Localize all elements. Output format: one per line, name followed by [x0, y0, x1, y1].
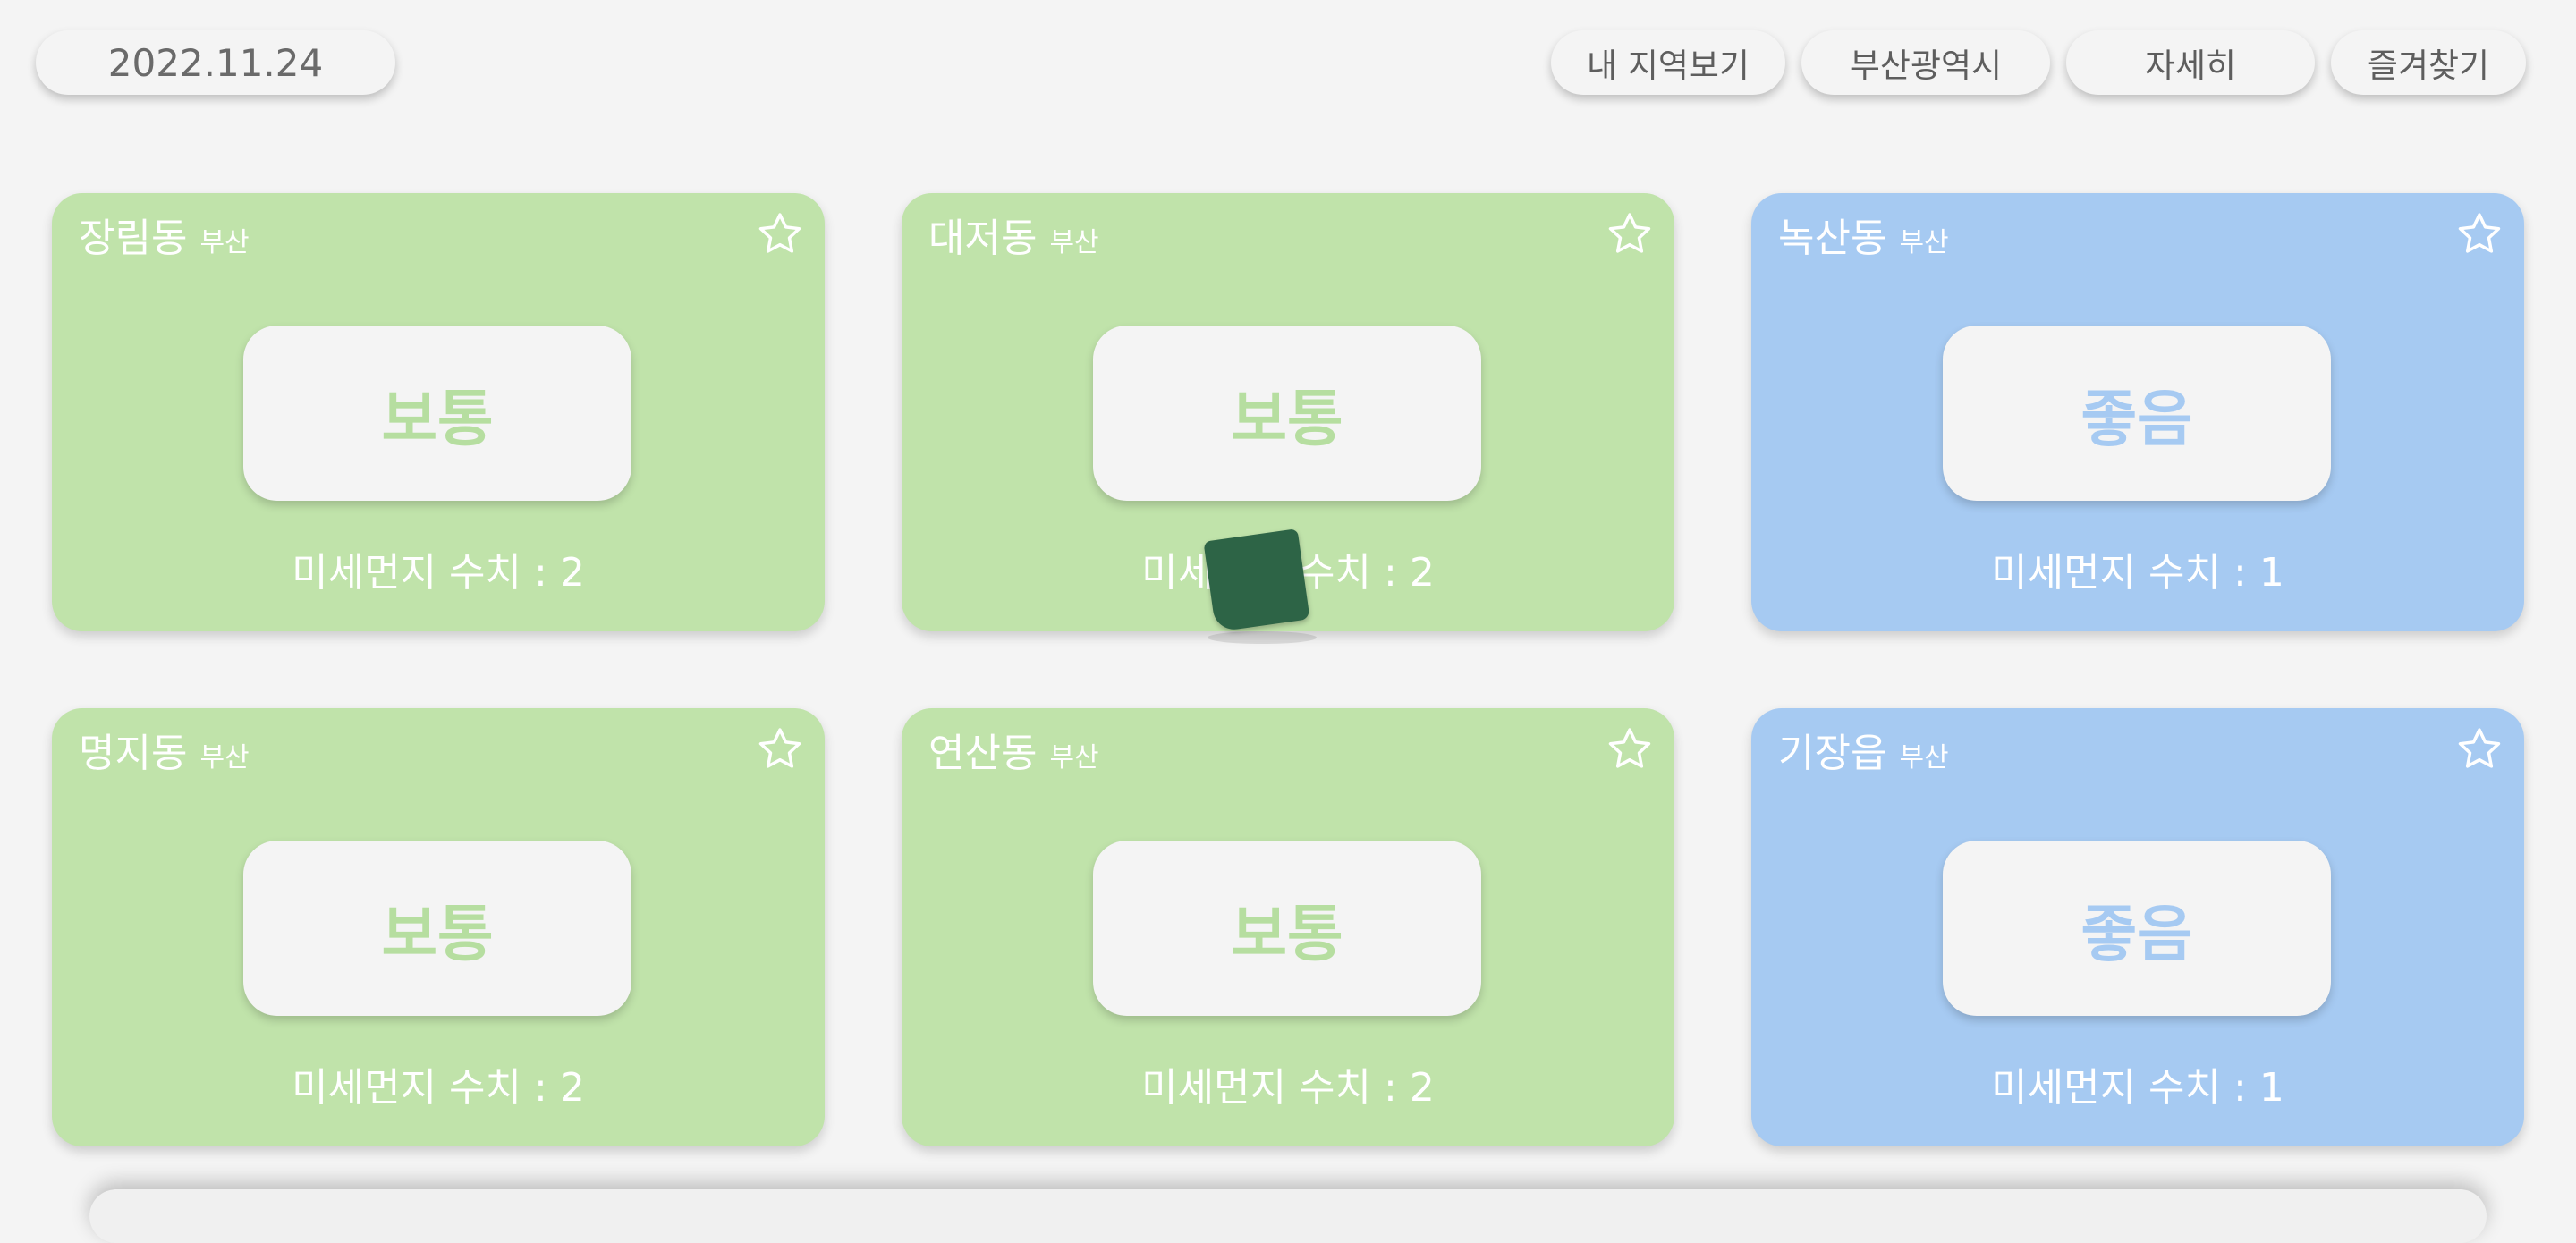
region-card-noksan[interactable]: 녹산동 부산 좋음 미세먼지 수치 : 1 — [1751, 193, 2524, 631]
pm-value: 2 — [1409, 1065, 1435, 1111]
pm-value: 2 — [559, 1065, 585, 1111]
details-button[interactable]: 자세히 — [2066, 30, 2315, 95]
pm-reading: 미세먼지 수치 : 2 — [52, 1055, 825, 1112]
date-display: 2022.11.24 — [36, 30, 395, 95]
region-city: 부산 — [1049, 227, 1099, 258]
pm-label: 미세먼지 수치 : — [1991, 550, 2259, 596]
floating-tile[interactable] — [1203, 528, 1310, 632]
star-icon[interactable] — [2454, 209, 2504, 259]
region-name: 기장읍 — [1778, 731, 1887, 776]
region-name: 명지동 — [79, 731, 188, 776]
pm-label: 미세먼지 수치 : — [1991, 1065, 2259, 1111]
region-card-yeonsan[interactable]: 연산동 부산 보통 미세먼지 수치 : 2 — [902, 708, 1674, 1146]
region-city: 부산 — [199, 742, 250, 774]
star-icon[interactable] — [755, 724, 805, 774]
region-name: 장림동 — [79, 216, 188, 261]
favorites-button[interactable]: 즐겨찾기 — [2331, 30, 2526, 95]
region-card-gijang[interactable]: 기장읍 부산 좋음 미세먼지 수치 : 1 — [1751, 708, 2524, 1146]
card-title: 연산동 부산 — [928, 721, 1099, 778]
air-quality-status: 보통 — [243, 841, 631, 1016]
star-icon[interactable] — [755, 209, 805, 259]
air-quality-status: 보통 — [243, 326, 631, 501]
air-quality-status: 좋음 — [1943, 326, 2331, 501]
pm-value: 2 — [559, 550, 585, 596]
region-city: 부산 — [1899, 742, 1949, 774]
region-city: 부산 — [199, 227, 250, 258]
card-title: 명지동 부산 — [79, 721, 250, 778]
region-card-myeongji[interactable]: 명지동 부산 보통 미세먼지 수치 : 2 — [52, 708, 825, 1146]
star-icon[interactable] — [2454, 724, 2504, 774]
region-card-jangnim[interactable]: 장림동 부산 보통 미세먼지 수치 : 2 — [52, 193, 825, 631]
pm-reading: 미세먼지 수치 : 1 — [1751, 540, 2524, 597]
busan-city-button[interactable]: 부산광역시 — [1801, 30, 2050, 95]
air-quality-status: 보통 — [1093, 841, 1481, 1016]
pm-reading: 미세먼지 수치 : 1 — [1751, 1055, 2524, 1112]
pm-label: 미세먼지 수치 : — [292, 1065, 560, 1111]
air-quality-status: 좋음 — [1943, 841, 2331, 1016]
star-icon[interactable] — [1605, 724, 1655, 774]
region-name: 연산동 — [928, 731, 1038, 776]
my-region-button[interactable]: 내 지역보기 — [1551, 30, 1785, 95]
pm-reading: 미세먼지 수치 : 2 — [52, 540, 825, 597]
region-city: 부산 — [1049, 742, 1099, 774]
pm-label: 미세먼지 수치 : — [292, 550, 560, 596]
pm-value: 1 — [2258, 1065, 2284, 1111]
card-title: 대저동 부산 — [928, 206, 1099, 263]
pm-value: 1 — [2258, 550, 2284, 596]
pm-value: 2 — [1409, 550, 1435, 596]
pm-label: 미세먼지 수치 : — [1141, 1065, 1410, 1111]
card-title: 장림동 부산 — [79, 206, 250, 263]
star-icon[interactable] — [1605, 209, 1655, 259]
card-title: 녹산동 부산 — [1778, 206, 1949, 263]
pm-reading: 미세먼지 수치 : 2 — [902, 1055, 1674, 1112]
card-title: 기장읍 부산 — [1778, 721, 1949, 778]
region-name: 녹산동 — [1778, 216, 1887, 261]
region-city: 부산 — [1899, 227, 1949, 258]
region-name: 대저동 — [928, 216, 1038, 261]
bottom-panel[interactable] — [89, 1189, 2487, 1243]
floating-tile-shadow — [1208, 631, 1317, 644]
air-quality-status: 보통 — [1093, 326, 1481, 501]
